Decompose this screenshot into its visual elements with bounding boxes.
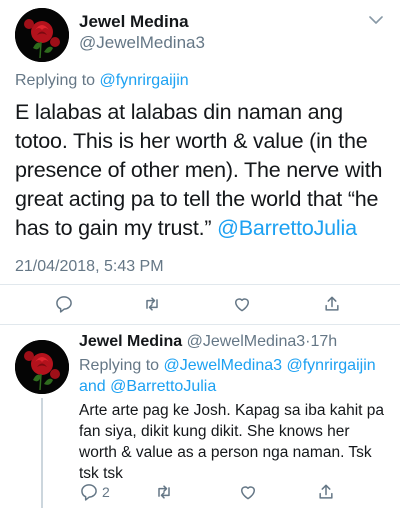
replying-to-label: Replying to [79, 357, 160, 374]
reply-icon[interactable] [54, 294, 74, 314]
replying-to-line: Replying to @fynrirgaijin [15, 72, 189, 90]
tweet-time[interactable]: 17h [310, 333, 337, 350]
retweet-icon[interactable] [154, 482, 174, 502]
user-handle[interactable]: @JewelMedina3 [187, 333, 306, 350]
share-icon[interactable] [322, 294, 342, 314]
display-name[interactable]: Jewel Medina [79, 12, 189, 32]
user-handle[interactable]: @JewelMedina3 [79, 33, 205, 53]
replying-to-label: Replying to [15, 72, 96, 89]
like-icon[interactable] [232, 294, 252, 314]
divider [0, 284, 400, 285]
tweet-timestamp[interactable]: 21/04/2018, 5:43 PM [15, 258, 164, 276]
share-icon[interactable] [316, 482, 336, 502]
tweet-text: E lalabas at lalabas din naman ang totoo… [15, 98, 391, 243]
mention-link[interactable]: @BarrettoJulia [110, 378, 216, 395]
mention-link[interactable]: @fynrirgaijin [286, 357, 375, 374]
chevron-down-icon[interactable] [368, 12, 384, 28]
retweet-icon[interactable] [142, 294, 162, 314]
mention-link[interactable]: @BarrettoJulia [217, 216, 357, 240]
replying-to-line: Replying to @JewelMedina3 @fynrirgaijin … [79, 355, 389, 397]
mention-link[interactable]: @JewelMedina3 [164, 357, 283, 374]
avatar[interactable] [15, 8, 69, 62]
thread-line [41, 398, 43, 508]
divider [0, 324, 400, 325]
tweet-text: Arte arte pag ke Josh. Kapag sa iba kahi… [79, 402, 385, 482]
rose-avatar-icon [15, 8, 69, 62]
display-name[interactable]: Jewel Medina [79, 333, 182, 350]
rose-avatar-icon [15, 340, 69, 394]
avatar[interactable] [15, 340, 69, 394]
like-icon[interactable] [238, 482, 258, 502]
reply-button[interactable]: 2 [79, 482, 110, 502]
mention-link[interactable]: @fynrirgaijin [100, 72, 189, 89]
reply-header: Jewel Medina @JewelMedina3·17h [79, 333, 337, 351]
and-text: and [79, 378, 106, 395]
reply-count: 2 [102, 484, 110, 500]
reply-icon [81, 484, 97, 501]
